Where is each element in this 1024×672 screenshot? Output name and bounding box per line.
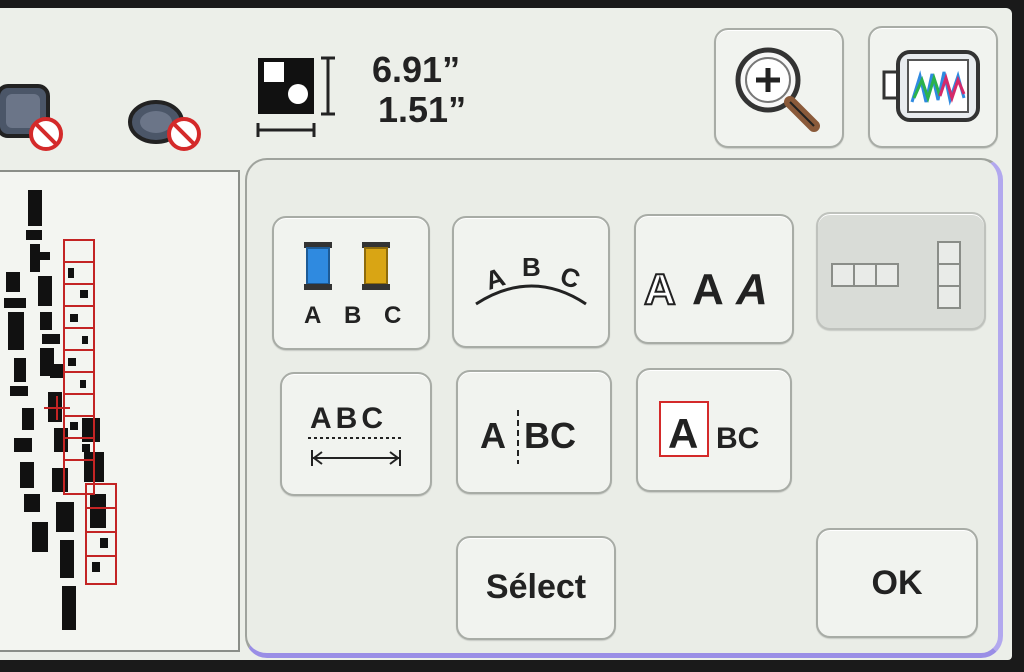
font-sample-bold: A [692,265,724,314]
split-letters-bc: BC [524,415,576,456]
letter-spacing-abc-icon: ABC [308,402,404,466]
oval-frame-no-icon [126,94,210,158]
zoom-in-icon [735,47,820,132]
height-value: 1.51” [378,89,467,130]
ok-button[interactable]: OK [816,528,978,638]
array-button[interactable] [816,212,986,330]
split-letters-abc-icon: A BC [480,410,576,464]
single-letter-abc-icon: A BC [659,401,759,457]
size-readout: 6.91” 1.51” [372,50,466,130]
array-layout-icon [831,241,961,309]
split-letters-button[interactable]: A BC [456,370,612,494]
arc-letter-c: C [557,260,584,294]
arc-text-abc-icon: A B C [475,252,587,306]
split-letter-a: A [480,415,506,456]
thread-label-c: C [384,302,402,329]
single-letters-bc: BC [716,422,759,455]
font-style-button[interactable]: A A A [634,214,794,344]
single-letter-a: A [668,410,698,457]
thread-color-button[interactable]: A B C [272,216,430,350]
spacing-text: ABC [310,402,387,435]
arc-letter-b: B [522,252,541,282]
ok-button-label: OK [871,564,923,602]
thread-label-a: A [304,302,322,329]
thread-label-b: B [344,302,362,329]
pattern-size-icon [252,52,344,144]
pattern-preview [0,170,240,652]
arc-letter-a: A [481,261,508,295]
text-pattern-preview [4,190,117,630]
width-value: 6.91” [372,49,461,90]
font-sample-outline: A [644,265,676,314]
embroidery-button[interactable] [868,26,998,148]
embroidery-edit-screen: 6.91” 1.51” A B C A B C A A A ABC A BC A… [0,8,1012,660]
font-style-aaa-icon: A A A [643,264,768,315]
zoom-button[interactable] [714,28,844,148]
arc-text-button[interactable]: A B C [452,216,610,348]
select-button[interactable]: Sélect [456,536,616,640]
embroidery-frame-icon [882,50,980,122]
frame-no-icon [0,80,70,156]
single-letter-button[interactable]: A BC [636,368,792,492]
letter-spacing-button[interactable]: ABC [280,372,432,496]
select-button-label: Sélect [485,568,587,606]
font-sample-script: A [735,265,768,314]
